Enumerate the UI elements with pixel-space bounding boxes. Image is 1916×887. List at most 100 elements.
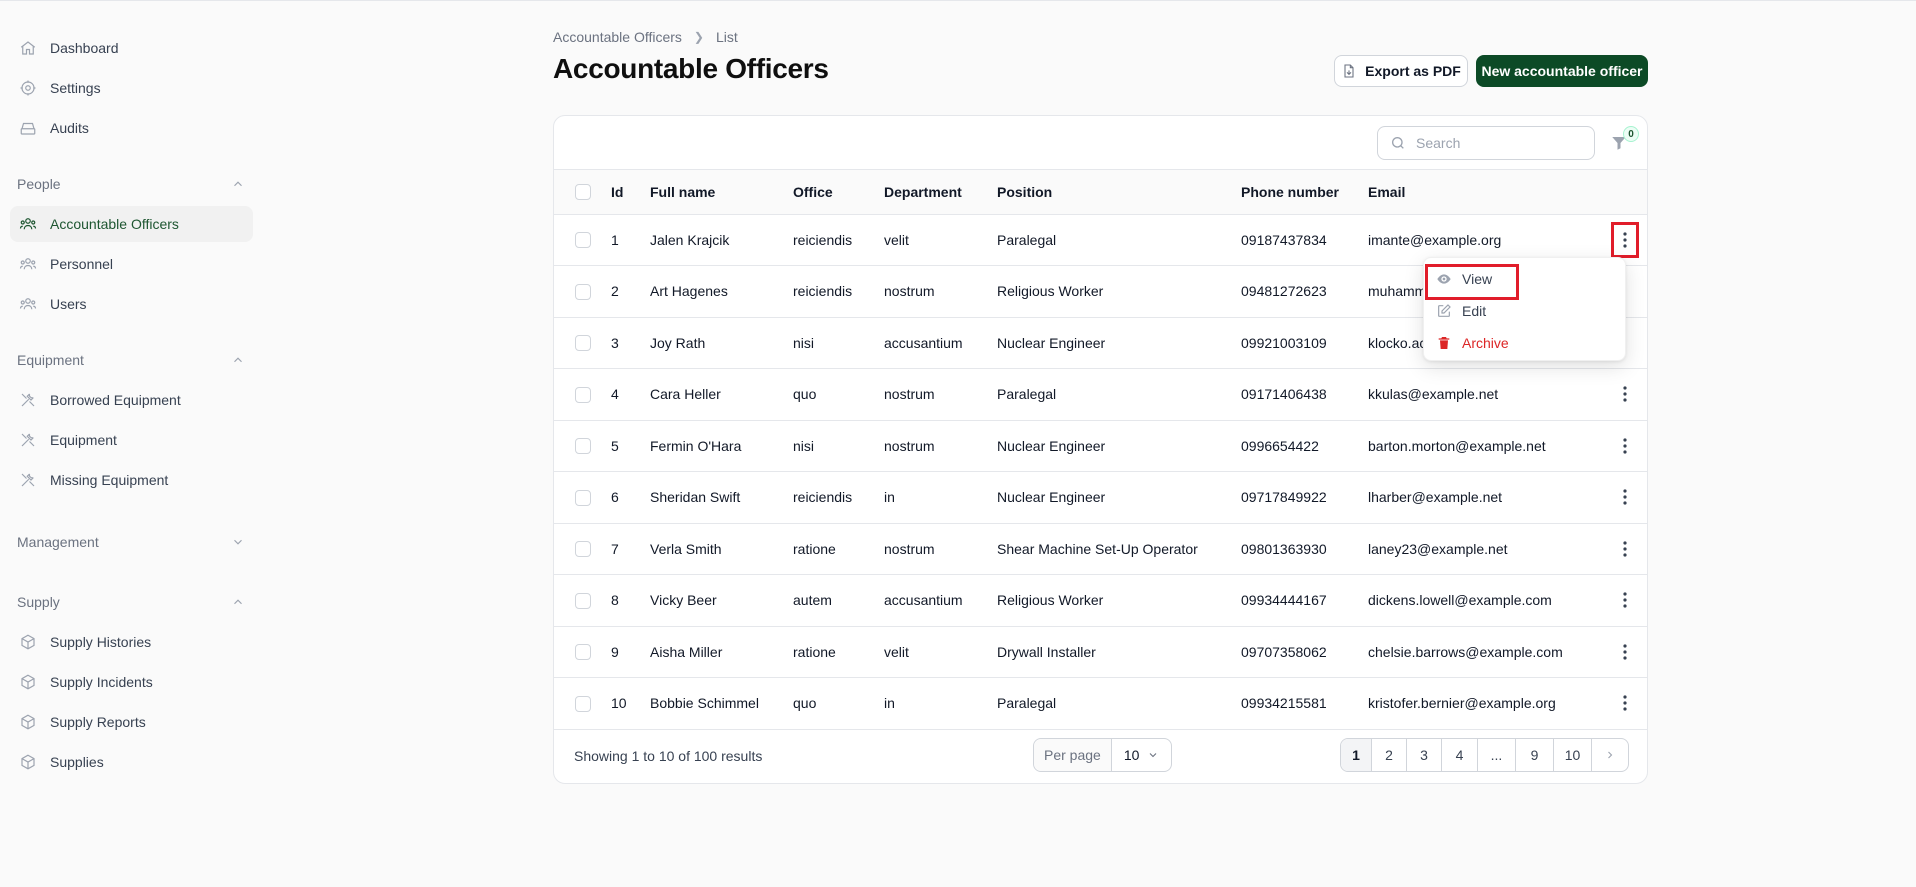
sidebar-item-audits[interactable]: Audits xyxy=(10,110,253,146)
sidebar-item-supply-histories[interactable]: Supply Histories xyxy=(10,624,253,660)
sidebar-item-missing-equipment[interactable]: Missing Equipment xyxy=(10,462,253,498)
sidebar-group-supply[interactable]: Supply xyxy=(10,584,253,620)
sidebar-item-supplies[interactable]: Supplies xyxy=(10,744,253,780)
row-actions-kebab-icon[interactable] xyxy=(1614,379,1636,409)
table-row[interactable]: 9 Aisha Miller ratione velit Drywall Ins… xyxy=(554,626,1647,678)
sidebar-group-management[interactable]: Management xyxy=(10,524,253,560)
wrench-icon xyxy=(18,390,38,410)
column-header-position[interactable]: Position xyxy=(997,170,1241,214)
menu-item-archive[interactable]: Archive xyxy=(1424,327,1625,359)
column-header-department[interactable]: Department xyxy=(884,170,997,214)
cell-id: 3 xyxy=(611,334,619,351)
wrench-icon xyxy=(18,470,38,490)
row-actions-kebab-icon[interactable] xyxy=(1611,221,1639,258)
cell-email: dickens.lowell@example.com xyxy=(1368,592,1552,609)
cell-phone: 09921003109 xyxy=(1241,334,1327,351)
row-checkbox[interactable] xyxy=(575,489,591,506)
row-actions-kebab-icon[interactable] xyxy=(1614,534,1636,564)
cell-position: Nuclear Engineer xyxy=(997,437,1106,454)
sidebar-item-personnel[interactable]: Personnel xyxy=(10,246,253,282)
per-page-select[interactable]: Per page 10 xyxy=(1033,738,1173,772)
table-row[interactable]: 4 Cara Heller quo nostrum Paralegal 0917… xyxy=(554,369,1647,420)
menu-item-archive-label: Archive xyxy=(1462,335,1509,351)
sidebar-item-accountable-officers[interactable]: Accountable Officers xyxy=(10,206,253,242)
cell-id: 9 xyxy=(611,643,619,660)
page-button-1[interactable]: 1 xyxy=(1341,739,1372,771)
cell-office: ratione xyxy=(793,540,836,557)
row-checkbox[interactable] xyxy=(575,335,591,352)
row-checkbox[interactable] xyxy=(575,541,591,558)
sidebar-item-borrowed-equipment[interactable]: Borrowed Equipment xyxy=(10,382,253,418)
sidebar-item-label: Supply Incidents xyxy=(50,674,153,690)
cell-phone: 0996654422 xyxy=(1241,437,1319,454)
sidebar-item-supply-reports[interactable]: Supply Reports xyxy=(10,704,253,740)
row-actions-kebab-icon[interactable] xyxy=(1614,688,1636,718)
page-button-4[interactable]: 4 xyxy=(1442,739,1478,771)
column-header-full-name[interactable]: Full name xyxy=(650,170,793,214)
sidebar-item-equipment[interactable]: Equipment xyxy=(10,422,253,458)
search-input[interactable] xyxy=(1416,135,1576,151)
row-checkbox[interactable] xyxy=(575,438,591,455)
row-checkbox[interactable] xyxy=(575,232,591,249)
table-row[interactable]: 6 Sheridan Swift reiciendis in Nuclear E… xyxy=(554,472,1647,523)
menu-item-edit-label: Edit xyxy=(1462,303,1487,319)
cell-position: Religious Worker xyxy=(997,592,1104,609)
breadcrumb-current: List xyxy=(715,29,738,45)
select-all-checkbox[interactable] xyxy=(575,184,591,201)
sidebar-item-dashboard[interactable]: Dashboard xyxy=(10,30,253,66)
breadcrumb-parent-link[interactable]: Accountable Officers xyxy=(553,29,682,45)
row-checkbox[interactable] xyxy=(575,592,591,609)
row-actions-kebab-icon[interactable] xyxy=(1614,637,1636,667)
chevron-right-icon xyxy=(1608,751,1613,759)
cell-position: Drywall Installer xyxy=(997,643,1096,660)
page-button-10[interactable]: 10 xyxy=(1554,739,1592,771)
menu-item-edit[interactable]: Edit xyxy=(1424,295,1625,327)
column-header-email[interactable]: Email xyxy=(1368,170,1603,214)
row-actions-kebab-icon[interactable] xyxy=(1614,431,1636,461)
cell-id: 10 xyxy=(611,695,627,712)
sidebar-item-label: Dashboard xyxy=(50,40,119,56)
table-row[interactable]: 8 Vicky Beer autem accusantium Religious… xyxy=(554,575,1647,626)
menu-item-view-label: View xyxy=(1462,271,1493,287)
cell-position: Paralegal xyxy=(997,386,1057,403)
table-row[interactable]: 5 Fermin O'Hara nisi nostrum Nuclear Eng… xyxy=(554,420,1647,472)
cell-position: Shear Machine Set-Up Operator xyxy=(997,540,1198,557)
row-actions-kebab-icon[interactable] xyxy=(1614,585,1636,615)
sidebar-item-label: Equipment xyxy=(50,432,117,448)
cell-department: accusantium xyxy=(884,592,963,609)
sidebar-group-people[interactable]: People xyxy=(10,166,253,202)
row-checkbox[interactable] xyxy=(575,386,591,403)
cell-office: autem xyxy=(793,592,832,609)
column-header-phone-number[interactable]: Phone number xyxy=(1241,170,1368,214)
officers-table: Id Full name Office Department Position … xyxy=(554,170,1647,730)
table-row[interactable]: 10 Bobbie Schimmel quo in Paralegal 0993… xyxy=(554,678,1647,729)
menu-item-view[interactable]: View xyxy=(1424,263,1625,300)
next-page-button[interactable] xyxy=(1592,739,1628,771)
page-button-9[interactable]: 9 xyxy=(1516,739,1554,771)
column-header-id[interactable]: Id xyxy=(611,170,650,214)
sidebar: Dashboard Settings Audits People Account… xyxy=(0,1,262,887)
sidebar-item-label: Supply Reports xyxy=(50,714,146,730)
row-actions-kebab-icon[interactable] xyxy=(1614,482,1636,512)
row-checkbox[interactable] xyxy=(575,644,591,661)
row-checkbox[interactable] xyxy=(575,283,591,300)
page-button-2[interactable]: 2 xyxy=(1372,739,1407,771)
per-page-value[interactable]: 10 xyxy=(1112,747,1172,763)
search-box[interactable] xyxy=(1377,126,1595,160)
cell-id: 1 xyxy=(611,231,619,248)
sidebar-item-settings[interactable]: Settings xyxy=(10,70,253,106)
cell-phone: 09707358062 xyxy=(1241,643,1327,660)
sidebar-item-users[interactable]: Users xyxy=(10,286,253,322)
table-row[interactable]: 7 Verla Smith ratione nostrum Shear Mach… xyxy=(554,523,1647,575)
sidebar-group-equipment[interactable]: Equipment xyxy=(10,342,253,378)
row-checkbox[interactable] xyxy=(575,695,591,712)
page-button-3[interactable]: 3 xyxy=(1407,739,1442,771)
cell-full-name: Art Hagenes xyxy=(650,283,728,300)
export-pdf-button[interactable]: Export as PDF xyxy=(1334,55,1468,87)
sidebar-group-label: Supply xyxy=(17,594,60,610)
column-header-office[interactable]: Office xyxy=(793,170,884,214)
new-accountable-officer-button[interactable]: New accountable officer xyxy=(1476,55,1648,87)
page-title: Accountable Officers xyxy=(553,53,829,84)
sidebar-item-supply-incidents[interactable]: Supply Incidents xyxy=(10,664,253,700)
cell-phone: 09934444167 xyxy=(1241,592,1327,609)
